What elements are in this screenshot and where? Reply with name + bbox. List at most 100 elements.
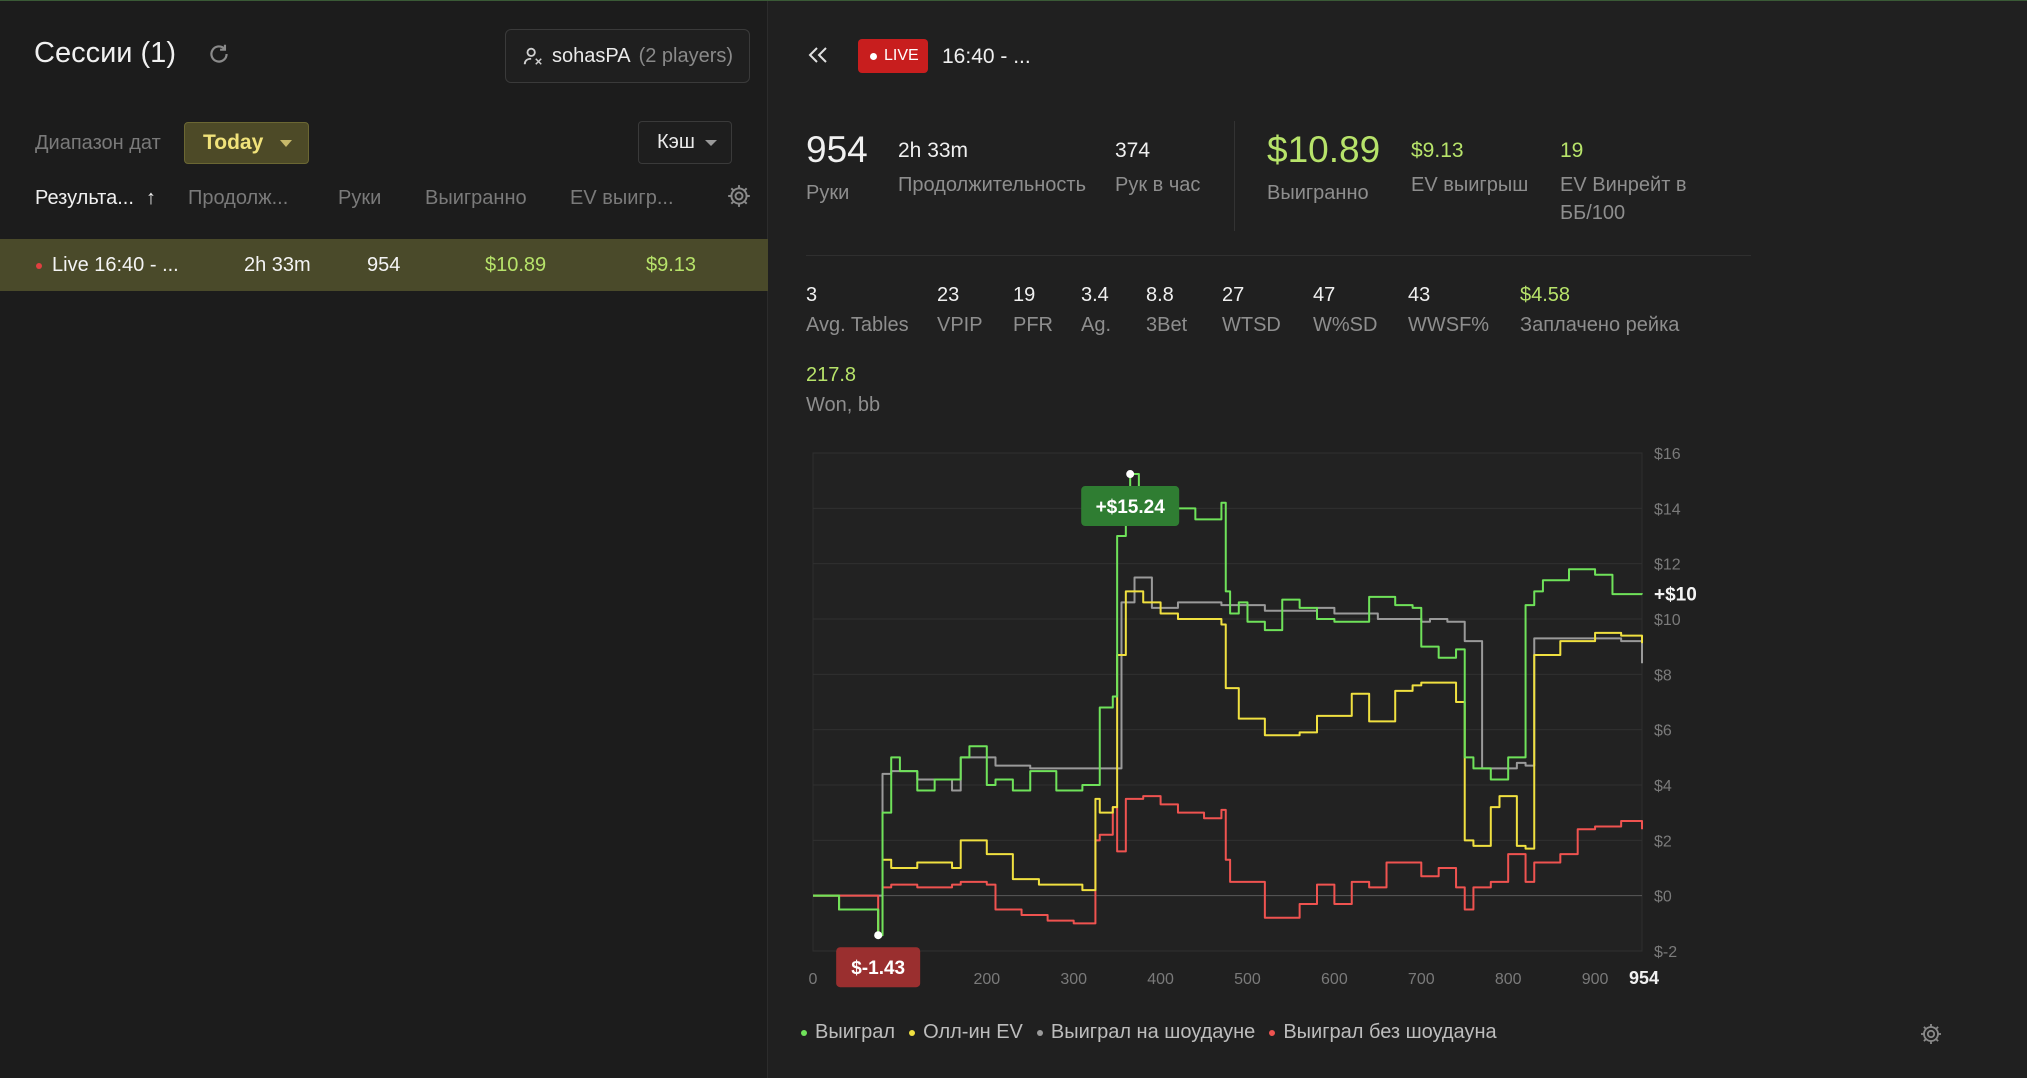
stat-avg-tables: 3 Avg. Tables bbox=[806, 284, 909, 339]
table-row[interactable]: Live 16:40 - ... 2h 33m 954 $10.89 $9.13 bbox=[0, 239, 768, 291]
row-ev: $9.13 bbox=[646, 253, 697, 276]
stat-label: Руки bbox=[806, 182, 850, 204]
row-duration: 2h 33m bbox=[244, 253, 311, 276]
final-value-label: +$10.89 bbox=[1654, 584, 1698, 605]
row-won: $10.89 bbox=[485, 253, 547, 276]
y-tick-label: $4 bbox=[1654, 778, 1672, 795]
stat-label: Продолжительность bbox=[898, 174, 1086, 196]
y-tick-label: $0 bbox=[1654, 889, 1672, 906]
stat-value: 3.4 bbox=[1081, 284, 1109, 306]
column-hands[interactable]: Руки bbox=[338, 187, 381, 210]
collapse-icon[interactable] bbox=[806, 43, 830, 67]
stat-label: Рук в час bbox=[1115, 174, 1201, 196]
legend-dot bbox=[801, 1029, 807, 1036]
stat-value: $4.58 bbox=[1520, 284, 1571, 306]
player-name: sohasPA bbox=[552, 44, 631, 67]
x-tick-label: 800 bbox=[1495, 971, 1522, 988]
legend-dot bbox=[1269, 1029, 1276, 1036]
stat-ev-winrate: 19 EV Винрейт в ББ/100 bbox=[1560, 129, 1700, 227]
column-won[interactable]: Выигранно bbox=[425, 187, 527, 210]
stat-value: $9.13 bbox=[1411, 139, 1464, 162]
stat-hands: 954 Руки bbox=[806, 129, 868, 207]
stat-value: 47 bbox=[1313, 284, 1336, 306]
sort-arrow-icon[interactable]: ↑ bbox=[146, 187, 156, 210]
refresh-icon[interactable] bbox=[206, 41, 232, 67]
stat-duration: 2h 33m Продолжительность bbox=[898, 129, 1086, 199]
live-dot-icon bbox=[870, 52, 877, 60]
stat-value: 23 bbox=[937, 284, 960, 306]
stat-vpip: 23 VPIP bbox=[937, 284, 983, 339]
stat-label: EV Винрейт в ББ/100 bbox=[1560, 174, 1687, 224]
row-hands: 954 bbox=[367, 253, 401, 276]
gear-icon[interactable] bbox=[726, 183, 752, 209]
max-point bbox=[1126, 470, 1135, 479]
min-label: $-1.43 bbox=[851, 958, 905, 979]
live-dot-icon bbox=[36, 263, 42, 269]
stat-label: Avg. Tables bbox=[806, 314, 909, 336]
stat-hands-per-hour: 374 Рук в час bbox=[1115, 129, 1200, 199]
stat-aggression: 3.4 Ag. bbox=[1081, 284, 1111, 339]
stat-label: VPIP bbox=[937, 314, 983, 336]
session-title: 16:40 - ... bbox=[942, 45, 1031, 68]
legend-label: Олл-ин EV bbox=[923, 1021, 1023, 1043]
stat-wsd: 47 W%SD bbox=[1313, 284, 1377, 339]
date-range-label: Диапазон дат bbox=[35, 132, 161, 154]
stat-wtsd: 27 WTSD bbox=[1222, 284, 1281, 339]
legend-item-showdown[interactable]: Выиграл на шоудауне bbox=[1036, 1021, 1256, 1044]
legend-item-won[interactable]: Выиграл bbox=[801, 1021, 895, 1044]
x-tick-label: 500 bbox=[1234, 971, 1261, 988]
stat-label: Выигранно bbox=[1267, 182, 1369, 204]
table-header: Результа... ↑ Продолж... Руки Выигранно … bbox=[0, 179, 768, 219]
legend-item-allin-ev[interactable]: Олл-ин EV bbox=[909, 1021, 1023, 1044]
legend-label: Выиграл без шоудауна bbox=[1283, 1021, 1497, 1043]
sessions-title: Сессии (1) bbox=[34, 37, 176, 69]
x-tick-label: 0 bbox=[809, 971, 818, 988]
column-result[interactable]: Результа... bbox=[35, 187, 134, 210]
date-range-select[interactable]: Today bbox=[184, 122, 309, 164]
player-count: (2 players) bbox=[638, 44, 734, 67]
y-tick-label: $6 bbox=[1654, 723, 1672, 740]
live-badge: LIVE bbox=[858, 39, 928, 73]
chevron-down-icon bbox=[280, 140, 292, 147]
stat-won-bb: 217.8 Won, bb bbox=[806, 364, 880, 419]
users-icon bbox=[523, 47, 542, 65]
y-tick-label: $12 bbox=[1654, 557, 1681, 574]
x-tick-label: 300 bbox=[1060, 971, 1087, 988]
stat-rake: $4.58 Заплачено рейка bbox=[1520, 284, 1679, 339]
column-duration[interactable]: Продолж... bbox=[188, 187, 288, 210]
chart-legend: Выиграл Олл-ин EV Выиграл на шоудауне Вы… bbox=[801, 1021, 1511, 1044]
plot-area bbox=[812, 452, 1643, 952]
sessions-panel: Сессии (1) sohasPA (2 players) Диапазон … bbox=[0, 1, 768, 1078]
x-tick-label: 900 bbox=[1582, 971, 1609, 988]
stat-value: 19 bbox=[1560, 139, 1584, 162]
stat-label: Заплачено рейка bbox=[1520, 314, 1680, 336]
game-type-select[interactable]: Кэш bbox=[638, 121, 732, 164]
divider bbox=[1234, 121, 1235, 231]
game-type-value: Кэш bbox=[657, 131, 695, 153]
stat-value: 3 bbox=[806, 284, 818, 306]
y-tick-label: $2 bbox=[1654, 833, 1672, 850]
stat-value: 19 bbox=[1013, 284, 1036, 306]
stat-value: 2h 33m bbox=[898, 139, 969, 162]
stat-value: 8.8 bbox=[1146, 284, 1174, 306]
stat-ev-won: $9.13 EV выигрыш bbox=[1411, 129, 1528, 199]
stat-won: $10.89 Выигранно bbox=[1267, 129, 1380, 207]
stat-label: WWSF% bbox=[1408, 314, 1490, 336]
legend-item-nonshowdown[interactable]: Выиграл без шоудауна bbox=[1269, 1021, 1497, 1044]
x-tick-label: 400 bbox=[1147, 971, 1174, 988]
results-chart[interactable]: $16$14$12$10$8$6$4$2$0$-2010020030040050… bbox=[798, 441, 1698, 1001]
stat-value: 374 bbox=[1115, 139, 1151, 162]
gear-icon[interactable] bbox=[1919, 1022, 1943, 1046]
min-point bbox=[874, 931, 883, 940]
date-range-value: Today bbox=[203, 131, 264, 154]
player-selector-button[interactable]: sohasPA (2 players) bbox=[505, 29, 750, 83]
stat-label: WTSD bbox=[1222, 314, 1281, 336]
y-tick-label: $16 bbox=[1654, 446, 1681, 463]
divider bbox=[806, 255, 1751, 256]
legend-dot bbox=[1036, 1029, 1043, 1036]
x-tick-label: 700 bbox=[1408, 971, 1435, 988]
legend-label: Выиграл на шоудауне bbox=[1050, 1021, 1256, 1043]
column-ev[interactable]: EV выигр... bbox=[570, 187, 674, 210]
stat-label: Won, bb bbox=[806, 394, 881, 416]
stat-value: 217.8 bbox=[806, 364, 857, 386]
